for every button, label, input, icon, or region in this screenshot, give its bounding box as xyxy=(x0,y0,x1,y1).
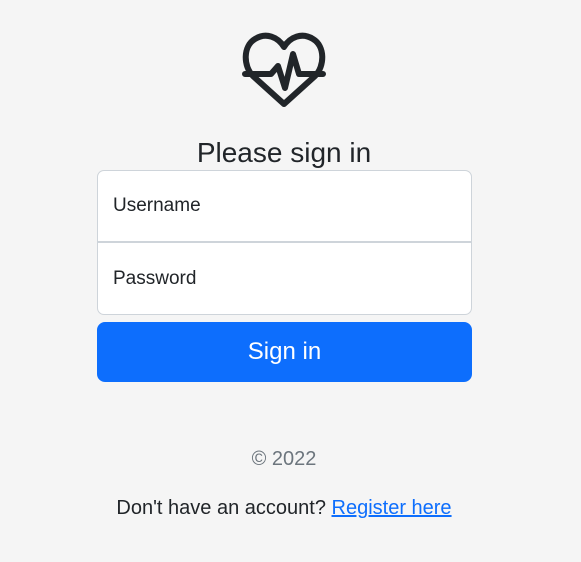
register-prompt-line: Don't have an account? Register here xyxy=(0,495,568,521)
register-link[interactable]: Register here xyxy=(332,497,452,519)
register-prompt-text: Don't have an account? xyxy=(116,497,332,519)
password-field[interactable] xyxy=(97,242,472,315)
heart-pulse-icon xyxy=(242,32,326,107)
copyright-text: © 2022 xyxy=(251,448,317,470)
sign-in-button[interactable]: Sign in xyxy=(97,322,472,382)
username-field[interactable] xyxy=(97,170,472,242)
page-title: Please sign in xyxy=(196,136,372,168)
login-page: Please sign in Sign in © 2022 Don't have… xyxy=(0,0,581,562)
